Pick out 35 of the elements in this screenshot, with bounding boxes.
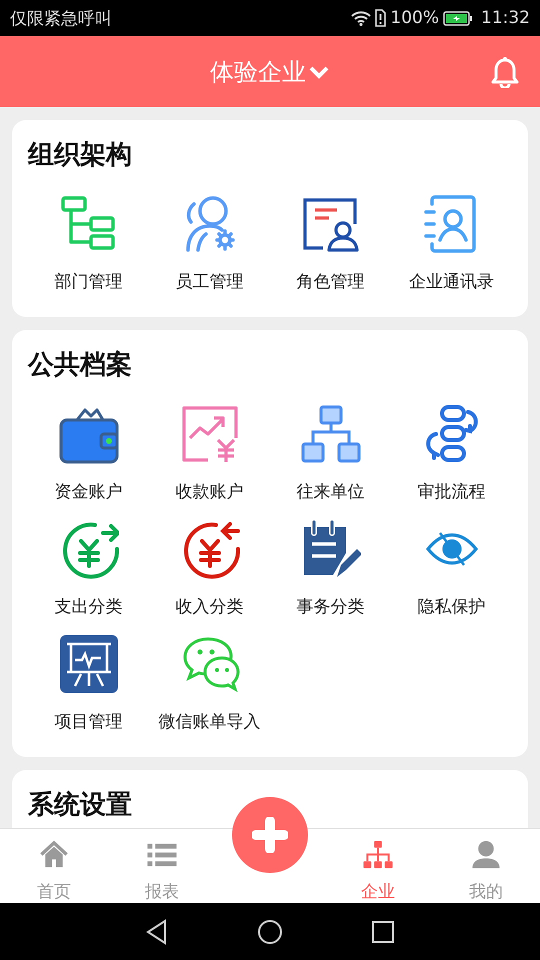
back-icon[interactable] xyxy=(145,918,169,944)
presentation-board-icon[interactable] xyxy=(58,634,118,694)
tile-label[interactable]: 项目管理 xyxy=(54,711,122,733)
tile-label[interactable]: 角色管理 xyxy=(296,271,364,293)
tile-label[interactable]: 员工管理 xyxy=(176,271,244,293)
bell-icon[interactable] xyxy=(490,56,520,88)
tile-label[interactable]: 审批流程 xyxy=(418,481,486,503)
section-title: 公共档案 xyxy=(28,349,133,382)
org-chart-icon xyxy=(362,839,394,870)
section-title: 组织架构 xyxy=(28,139,133,172)
tile-label[interactable]: 往来单位 xyxy=(296,481,364,503)
carrier-text: 仅限紧急呼叫 xyxy=(10,8,112,30)
sim-icon xyxy=(375,9,386,27)
home-icon xyxy=(38,839,70,870)
battery-percent: 100% xyxy=(390,8,439,28)
tile-label[interactable]: 收款账户 xyxy=(176,481,244,503)
chevron-down-icon xyxy=(308,64,330,78)
tile-label[interactable]: 微信账单导入 xyxy=(158,711,260,733)
tile-label[interactable]: 支出分类 xyxy=(54,596,122,618)
clock-text: 11:32 xyxy=(481,8,530,28)
tile-label[interactable]: 事务分类 xyxy=(296,596,364,618)
battery-icon xyxy=(443,10,473,26)
recents-icon[interactable] xyxy=(371,920,395,944)
home-circle-icon[interactable] xyxy=(257,918,283,944)
wifi-icon xyxy=(351,10,372,26)
plus-icon xyxy=(252,817,288,853)
tile-label[interactable]: 隐私保护 xyxy=(418,596,486,618)
tile-label[interactable]: 部门管理 xyxy=(54,271,122,293)
chart-yen-icon[interactable] xyxy=(180,404,240,464)
hierarchy-icon[interactable] xyxy=(300,404,360,464)
tile-label[interactable]: 收入分类 xyxy=(176,596,244,618)
tile-label[interactable]: 资金账户 xyxy=(54,481,122,503)
person-icon xyxy=(470,839,502,870)
section-title: 系统设置 xyxy=(28,789,133,822)
tile-label[interactable]: 企业通讯录 xyxy=(409,271,494,293)
